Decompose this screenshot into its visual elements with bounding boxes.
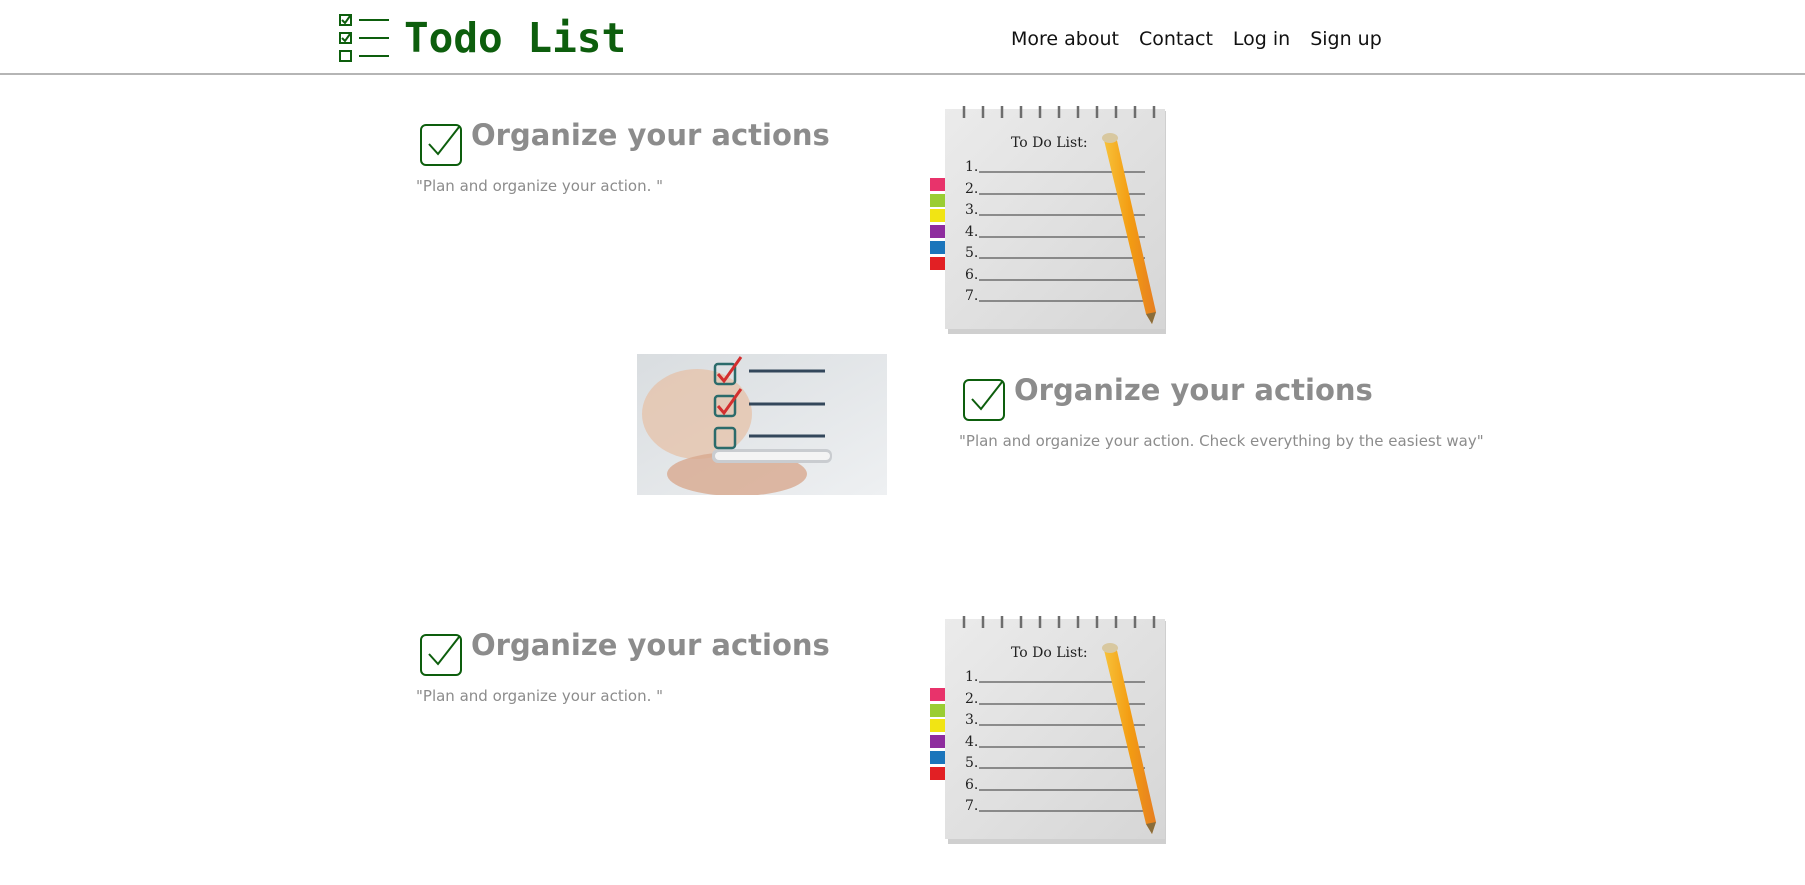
feature-description: "Plan and organize your action. "	[416, 687, 664, 705]
site-title[interactable]: Todo List	[404, 14, 626, 62]
feature-description: "Plan and organize your action. "	[416, 177, 664, 195]
checkbox-checked-icon	[420, 634, 462, 676]
notepad-line-number: 4.	[965, 224, 978, 240]
notepad-line-number: 7.	[965, 288, 978, 304]
notepad-line-number: 5.	[965, 755, 978, 771]
site-header: Todo List More about Contact Log in Sign…	[0, 0, 1805, 75]
notepad-heading: To Do List:	[1011, 135, 1088, 151]
notepad-line-number: 1.	[965, 669, 978, 685]
main-nav: More about Contact Log in Sign up	[1011, 28, 1382, 50]
nav-link-more-about[interactable]: More about	[1011, 28, 1119, 50]
checklist-icon[interactable]	[337, 12, 393, 64]
checkbox-checked-icon	[420, 124, 462, 166]
notepad-line-number: 1.	[965, 159, 978, 175]
notepad-line-number: 4.	[965, 734, 978, 750]
notepad-line-number: 2.	[965, 691, 978, 707]
feature-title: Organize your actions	[471, 118, 830, 152]
feature-description: "Plan and organize your action. Check ev…	[959, 432, 1484, 450]
checkbox-checked-icon	[963, 379, 1005, 421]
feature-title: Organize your actions	[471, 628, 830, 662]
notepad-todo-list-image: To Do List: 1. 2. 3. 4. 5. 6. 7.	[930, 106, 1166, 334]
notepad-line-number: 7.	[965, 798, 978, 814]
notepad-line-number: 6.	[965, 267, 978, 283]
notepad-heading: To Do List:	[1011, 645, 1088, 661]
notepad-line-number: 6.	[965, 777, 978, 793]
notepad-line-number: 5.	[965, 245, 978, 261]
nav-link-log-in[interactable]: Log in	[1233, 28, 1290, 50]
notepad-todo-list-image: To Do List: 1. 2. 3. 4. 5. 6. 7.	[930, 616, 1166, 844]
nav-link-sign-up[interactable]: Sign up	[1310, 28, 1382, 50]
feature-title: Organize your actions	[1014, 373, 1373, 407]
notepad-line-number: 3.	[965, 712, 978, 728]
notepad-line-number: 3.	[965, 202, 978, 218]
nav-link-contact[interactable]: Contact	[1139, 28, 1213, 50]
phone-checklist-image	[637, 354, 887, 495]
notepad-line-number: 2.	[965, 181, 978, 197]
